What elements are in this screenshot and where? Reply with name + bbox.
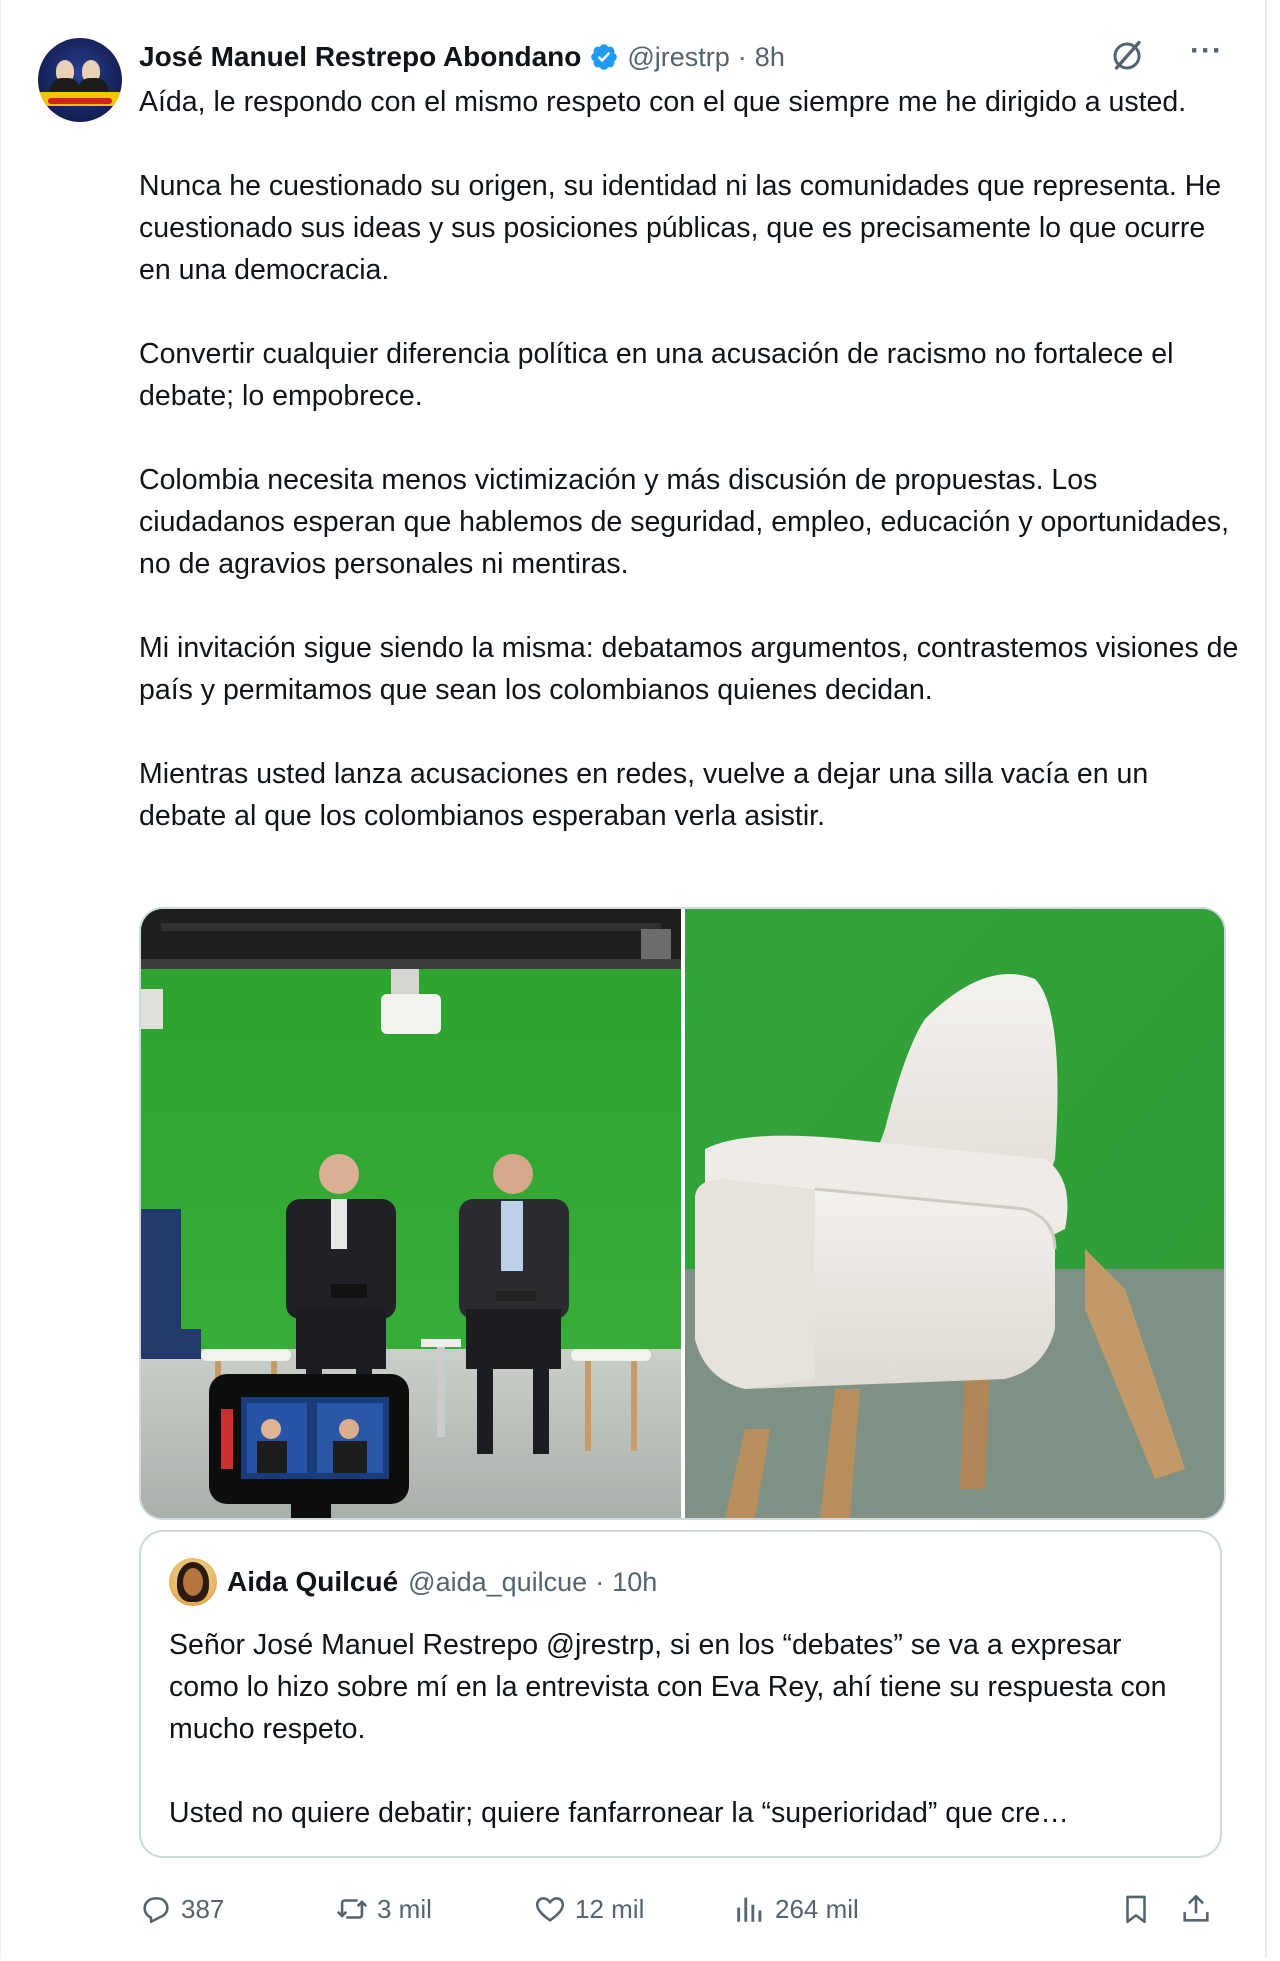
- studio-image[interactable]: [141, 909, 681, 1518]
- tweet-card[interactable]: José Manuel Restrepo Abondano @jrestrp ·…: [0, 0, 1267, 1958]
- empty-chair-image[interactable]: [685, 909, 1224, 1518]
- tweet-paragraph: Colombia necesita menos victimización y …: [139, 464, 1230, 580]
- tweet-paragraph: Nunca he cuestionado su origen, su ident…: [139, 170, 1222, 286]
- views-icon: [737, 1897, 762, 1922]
- tweet-text: Aída, le respondo con el mismo respeto c…: [139, 81, 1239, 879]
- quoted-paragraph: Señor José Manuel Restrepo @jrestrp, si …: [169, 1629, 1167, 1745]
- grok-icon[interactable]: [1109, 38, 1145, 74]
- tweet-paragraph: Convertir cualquier diferencia política …: [139, 338, 1174, 412]
- tweet-paragraph: Aída, le respondo con el mismo respeto c…: [139, 86, 1187, 118]
- action-bar: 387 3 mil 12 mil 264 mil: [139, 1887, 1229, 1931]
- reply-icon: [143, 1897, 169, 1924]
- quoted-text: Señor José Manuel Restrepo @jrestrp, si …: [169, 1624, 1199, 1876]
- repost-button[interactable]: 3 mil: [335, 1887, 432, 1931]
- studio-illustration: [141, 909, 681, 1518]
- separator-dot: ·: [595, 1566, 605, 1597]
- quoted-author-avatar[interactable]: [169, 1558, 217, 1606]
- like-icon: [535, 1897, 565, 1922]
- avatar-face: [183, 1568, 203, 1596]
- quoted-tweet[interactable]: Aida Quilcué @aida_quilcue · 10h Señor J…: [139, 1530, 1222, 1858]
- verified-badge-icon[interactable]: [589, 42, 619, 72]
- views-button[interactable]: 264 mil: [733, 1887, 859, 1931]
- tweet-paragraph: Mientras usted lanza acusaciones en rede…: [139, 758, 1149, 832]
- like-count: 12 mil: [575, 1893, 645, 1924]
- tweet-paragraph: Mi invitación sigue siendo la misma: deb…: [139, 632, 1239, 706]
- bookmark-icon: [1126, 1895, 1146, 1924]
- chair-illustration: [685, 909, 1224, 1518]
- tweet-header: José Manuel Restrepo Abondano @jrestrp ·…: [139, 34, 1225, 78]
- quoted-author-handle[interactable]: @aida_quilcue: [408, 1567, 587, 1598]
- tweet-time[interactable]: 8h: [755, 42, 785, 73]
- quoted-paragraph: Usted no quiere debatir; quiere fanfarro…: [169, 1797, 1069, 1829]
- author-avatar[interactable]: [38, 38, 122, 122]
- reply-count: 387: [181, 1893, 225, 1924]
- author-name[interactable]: José Manuel Restrepo Abondano: [139, 41, 581, 73]
- like-button[interactable]: 12 mil: [533, 1887, 644, 1931]
- more-icon[interactable]: ···: [1190, 34, 1223, 68]
- quoted-time[interactable]: 10h: [612, 1567, 657, 1598]
- bookmark-button[interactable]: [1119, 1887, 1153, 1931]
- repost-count: 3 mil: [377, 1893, 432, 1924]
- separator-dot: ·: [737, 41, 747, 72]
- avatar-flag-stripe: [48, 98, 112, 104]
- share-icon: [1183, 1894, 1209, 1922]
- author-handle[interactable]: @jrestrp: [627, 42, 729, 73]
- quoted-author-name[interactable]: Aida Quilcué: [227, 1566, 398, 1598]
- reply-button[interactable]: 387: [139, 1887, 224, 1931]
- repost-icon: [336, 1899, 368, 1919]
- media-grid: [139, 907, 1226, 1520]
- quoted-header: Aida Quilcué @aida_quilcue · 10h: [227, 1560, 657, 1604]
- share-button[interactable]: [1179, 1887, 1213, 1931]
- views-count: 264 mil: [775, 1893, 859, 1924]
